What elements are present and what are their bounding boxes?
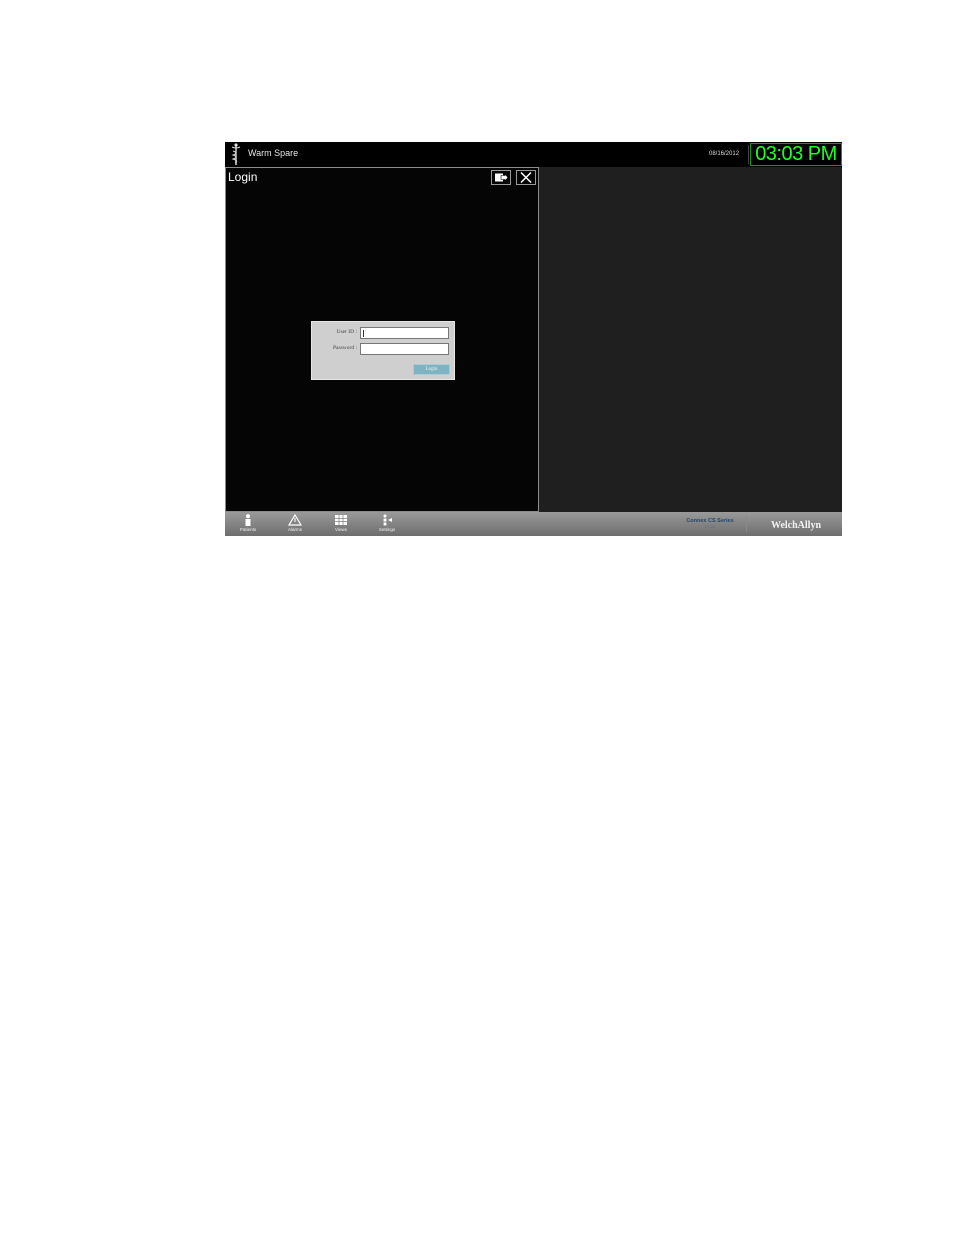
brand-logo: WelchAllyn <box>771 520 822 531</box>
caduceus-icon <box>231 143 241 165</box>
station-name: Warm Spare <box>248 148 299 158</box>
top-bar: Warm Spare 08/16/2012 03:03 PM <box>225 142 842 167</box>
popout-button[interactable] <box>491 170 511 185</box>
password-label: Password : <box>333 345 357 351</box>
settings-icon <box>383 514 392 526</box>
nav-alarms[interactable]: Alarms <box>278 514 312 536</box>
bottom-nav-bar: Patients Alarms Views Settings Connex CS… <box>225 512 842 536</box>
product-version: 1.1.0.0 <box>704 525 716 529</box>
patient-icon <box>245 514 251 526</box>
text-caret <box>363 330 364 337</box>
close-icon <box>520 171 532 184</box>
grid-icon <box>335 515 347 525</box>
user-id-input[interactable] <box>360 327 449 339</box>
nav-patients[interactable]: Patients <box>231 514 265 536</box>
date-display: 08/16/2012 <box>709 151 740 157</box>
divider <box>748 145 749 164</box>
password-input[interactable] <box>360 343 449 355</box>
nav-label: Alarms <box>287 527 302 532</box>
nav-label: Views <box>335 527 347 532</box>
close-button[interactable] <box>516 170 536 185</box>
login-button[interactable]: Login <box>413 364 450 375</box>
divider <box>746 516 747 532</box>
nav-label: Settings <box>378 527 396 532</box>
exit-icon <box>495 173 509 182</box>
clock-display: 03:03 PM <box>750 143 842 166</box>
product-name: Connex CS Series <box>686 518 734 524</box>
nav-label: Patients <box>239 527 257 532</box>
nav-views[interactable]: Views <box>324 514 358 536</box>
nav-settings[interactable]: Settings <box>370 514 404 536</box>
alarm-icon <box>287 514 303 526</box>
window-title: Login <box>228 170 258 184</box>
login-dialog: User ID : Password : Login <box>311 321 455 380</box>
user-id-label: User ID : <box>336 329 357 335</box>
login-window: Login User ID : Password : Login <box>225 167 539 512</box>
monitor-screen: Warm Spare 08/16/2012 03:03 PM Login Use… <box>225 142 842 536</box>
